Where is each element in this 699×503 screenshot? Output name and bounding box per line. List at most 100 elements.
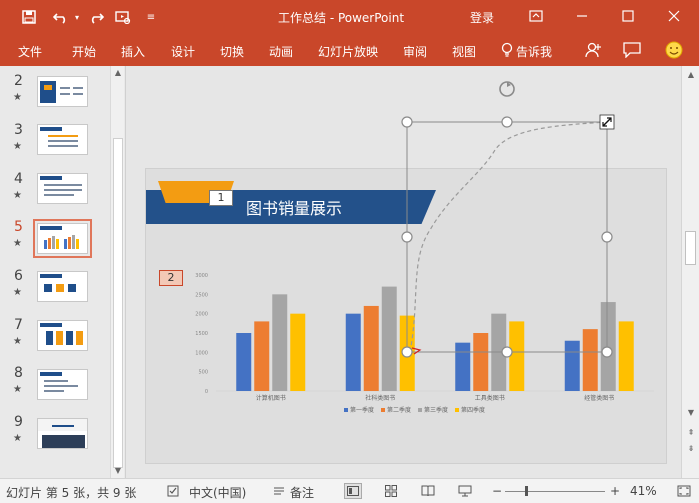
star-icon: ★ [13,384,22,395]
y-tick-label: 0 [205,389,208,395]
y-tick-label: 1500 [195,331,208,337]
normal-view-icon[interactable] [344,483,362,499]
previous-slide-icon[interactable]: ⇞ [684,426,698,438]
scroll-up-icon[interactable]: ▲ [684,68,698,80]
bar[interactable] [473,333,489,391]
legend-label: 第三季度 [424,406,448,414]
thumb-number: 6 [14,268,23,284]
zoom-out-button[interactable]: − [492,484,502,498]
minimize-icon[interactable] [570,6,594,26]
x-tick-label: 工具类图书 [475,394,505,402]
slide-thumbnail-3[interactable] [37,124,88,155]
star-icon: ★ [13,141,22,152]
bar[interactable] [254,321,270,391]
undo-icon[interactable] [50,7,72,27]
slide-thumbnail-5[interactable] [33,219,92,258]
tab-home[interactable]: 开始 [72,43,96,60]
tab-file[interactable]: 文件 [18,43,42,60]
bar[interactable] [618,321,634,391]
scrollbar-thumb[interactable] [113,138,123,468]
ribbon-display-options-icon[interactable] [524,6,548,26]
bar[interactable] [491,313,507,391]
login-button[interactable]: 登录 [470,9,494,26]
comment-icon[interactable] [621,40,643,60]
bar[interactable] [236,333,252,391]
bar[interactable] [455,342,471,391]
thumb-number: 9 [14,414,23,430]
slide-thumbnail-8[interactable] [37,369,88,400]
bar[interactable] [363,305,379,391]
save-icon[interactable] [18,7,40,27]
legend-swatch [418,408,422,412]
tab-slideshow[interactable]: 幻灯片放映 [318,43,378,60]
legend-label: 第二季度 [387,406,411,414]
next-slide-icon[interactable]: ⇟ [684,442,698,454]
bar[interactable] [564,340,580,391]
bar[interactable] [381,286,397,391]
star-icon: ★ [13,433,22,444]
bar[interactable] [345,313,361,391]
smiley-feedback-icon[interactable] [663,40,685,60]
start-from-beginning-icon[interactable] [112,7,134,27]
redo-icon[interactable] [85,7,107,27]
slide-thumbnail-4[interactable] [37,173,88,204]
bar[interactable] [290,313,306,391]
undo-dropdown-icon[interactable]: ▾ [72,7,82,27]
notes-icon[interactable] [270,483,288,499]
zoom-slider-thumb[interactable] [524,486,528,496]
fit-slide-icon[interactable] [675,483,693,499]
language-indicator[interactable]: 中文(中国) [189,484,246,501]
slide-thumbnail-2[interactable] [37,76,88,107]
legend-label: 第四季度 [461,406,485,414]
thumb-number: 2 [14,73,23,89]
y-tick-label: 2000 [195,312,208,318]
bar[interactable] [272,294,288,391]
tab-design[interactable]: 设计 [171,43,195,60]
reading-view-icon[interactable] [419,483,437,499]
bar[interactable] [509,321,525,391]
customize-qat-icon[interactable]: ≡ [144,7,158,27]
slide-canvas[interactable]: 1 图书销量展示 2 0 500 1000 1500 2000 2500 3000 计算机图书… [145,168,667,464]
maximize-icon[interactable] [616,6,640,26]
bar[interactable] [582,329,598,391]
legend-swatch [381,408,385,412]
slide-sorter-icon[interactable] [382,483,400,499]
editor-scrollbar[interactable]: ▲ ▼ ⇞ ⇟ [681,66,699,478]
star-icon: ★ [13,238,22,249]
thumb-number: 4 [14,171,23,187]
zoom-slider-track[interactable] [505,491,605,492]
star-icon: ★ [13,336,22,347]
tab-view[interactable]: 视图 [452,43,476,60]
legend-swatch [344,408,348,412]
ribbon-tabs: 文件 开始 插入 设计 切换 动画 幻灯片放映 审阅 视图 告诉我 [0,34,699,66]
spellcheck-icon[interactable] [165,483,183,499]
slideshow-view-icon[interactable] [456,483,474,499]
bar[interactable] [600,302,616,391]
scrollbar-thumb[interactable] [685,231,696,265]
slide-thumbnail-9[interactable] [37,418,88,449]
y-tick-label: 2500 [195,292,208,298]
zoom-level[interactable]: 41% [630,484,657,498]
scroll-up-icon[interactable]: ▲ [111,66,125,78]
tell-me-button[interactable]: 告诉我 [516,43,552,60]
y-tick-label: 500 [198,370,208,376]
thumbnails-scrollbar[interactable]: ▲ ▼ [110,66,124,478]
slide-thumbnail-7[interactable] [37,320,88,351]
bar[interactable] [399,315,415,391]
slide-thumbnail-6[interactable] [37,271,88,302]
legend-swatch [455,408,459,412]
notes-button[interactable]: 备注 [290,484,314,501]
share-user-icon[interactable] [582,40,604,60]
thumb-number: 3 [14,122,23,138]
zoom-in-button[interactable]: + [610,484,620,498]
tab-transitions[interactable]: 切换 [220,43,244,60]
tab-review[interactable]: 审阅 [403,43,427,60]
star-icon: ★ [13,287,22,298]
scroll-down-icon[interactable]: ▼ [684,406,698,418]
scroll-down-icon[interactable]: ▼ [111,464,125,476]
close-icon[interactable] [662,6,686,26]
x-tick-label: 社科类图书 [365,394,395,402]
bar-chart[interactable]: 0 500 1000 1500 2000 2500 3000 计算机图书 社科类图书 工具类图书 经… [146,169,667,464]
tab-animations[interactable]: 动画 [269,43,293,60]
tab-insert[interactable]: 插入 [121,43,145,60]
